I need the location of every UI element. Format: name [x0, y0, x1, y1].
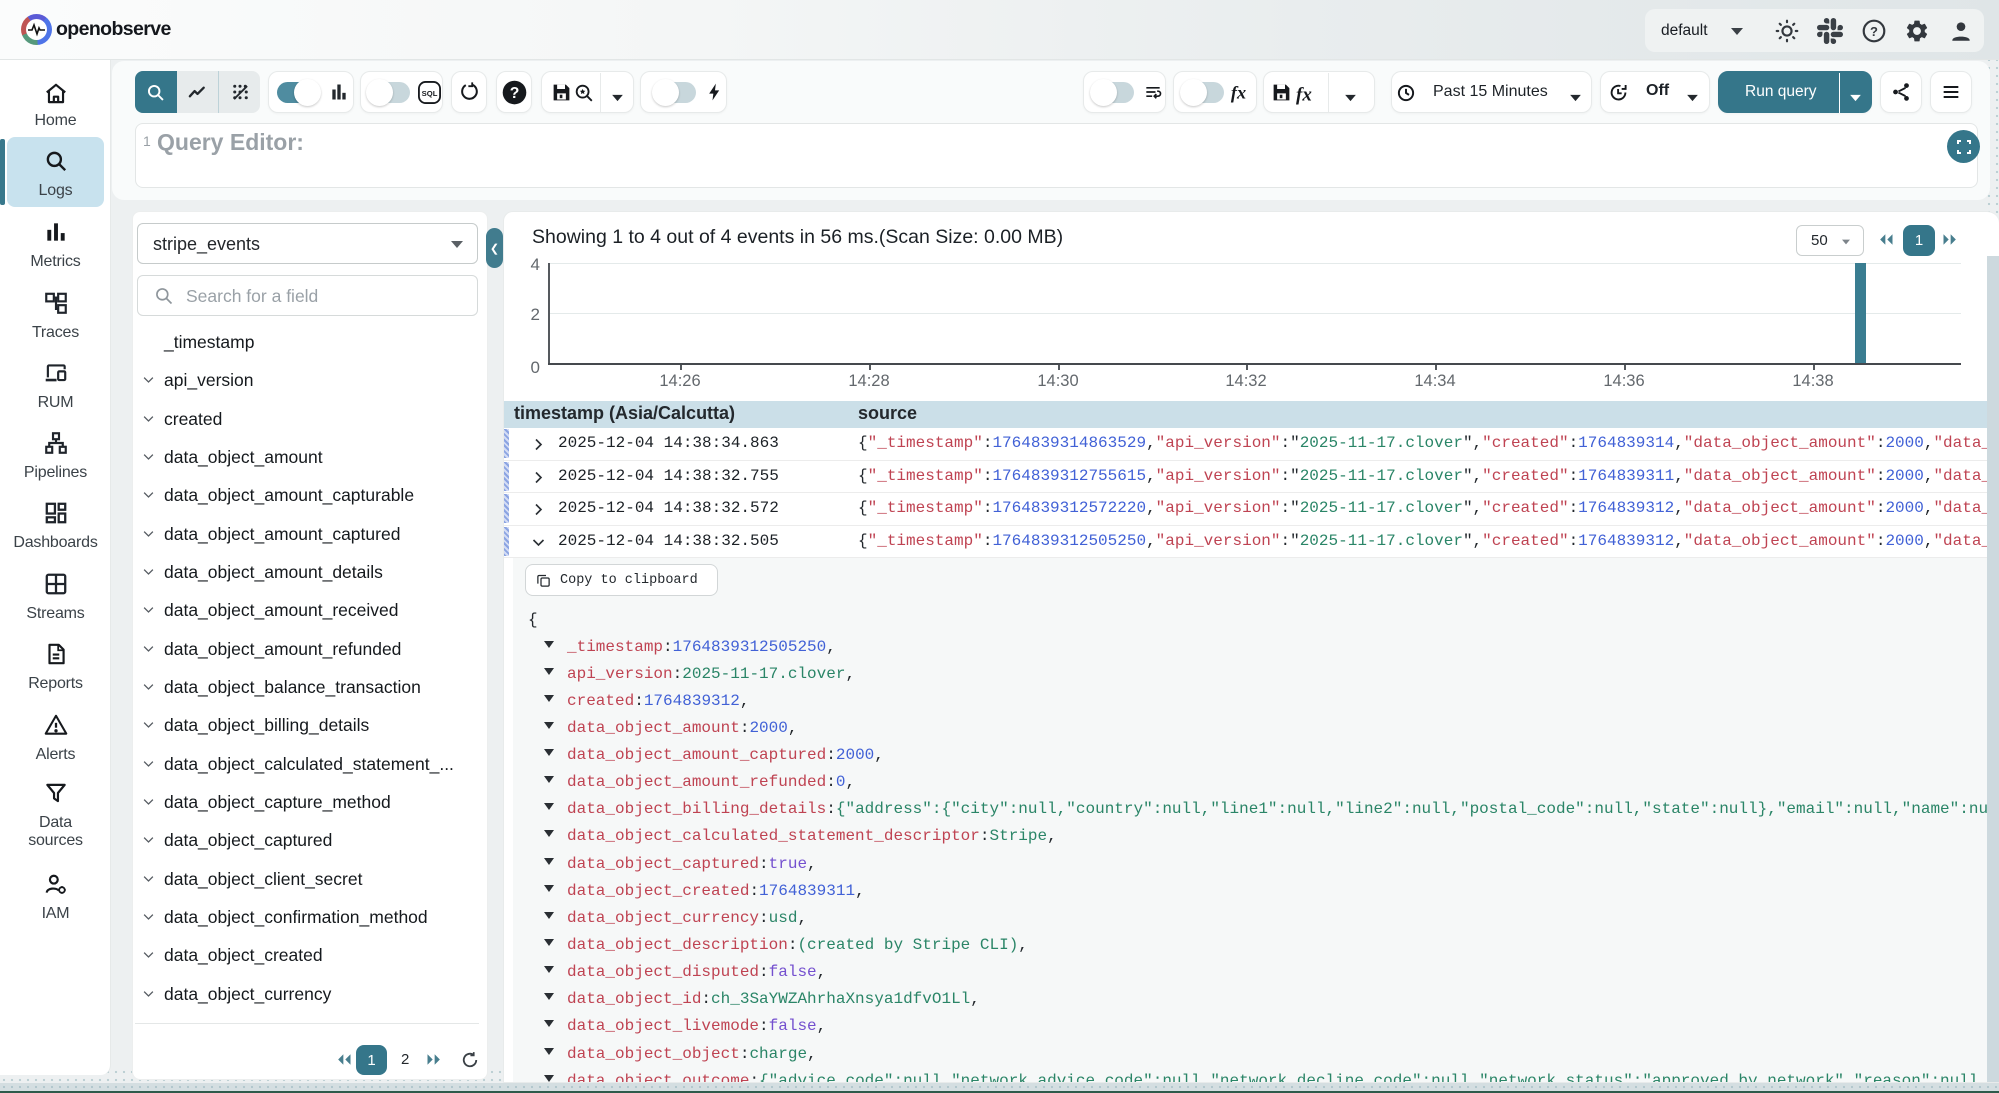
svg-text:?: ?	[1870, 24, 1878, 39]
svg-text:fx: fx	[1296, 85, 1312, 106]
svg-text:fx: fx	[1231, 82, 1246, 102]
svg-text:SQL: SQL	[422, 88, 438, 97]
svg-text:?: ?	[509, 84, 519, 101]
